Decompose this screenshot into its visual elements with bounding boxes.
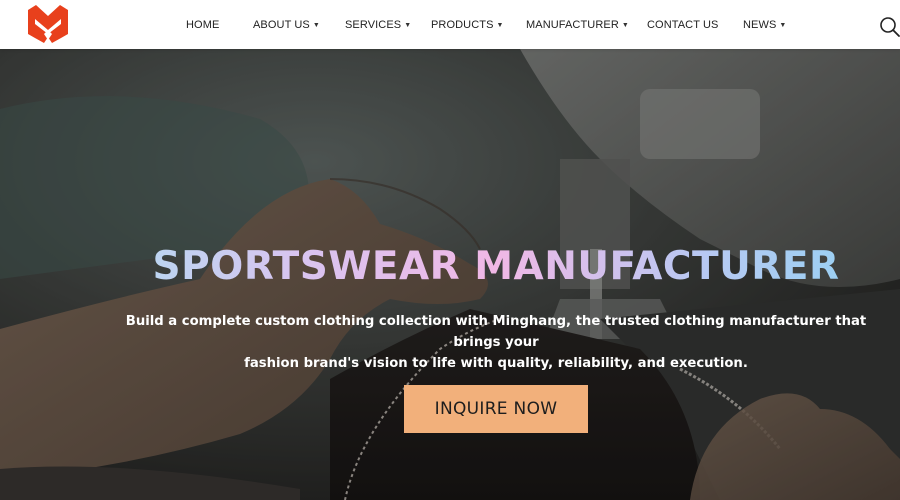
main-nav: HOME ABOUT US ▼ SERVICES ▼ PRODUCTS ▼ MA… xyxy=(0,0,900,49)
nav-label: PRODUCTS xyxy=(431,19,494,31)
nav-item-services[interactable]: SERVICES ▼ xyxy=(345,17,411,33)
caret-down-icon: ▼ xyxy=(404,21,412,29)
nav-item-products[interactable]: PRODUCTS ▼ xyxy=(431,17,504,33)
hero-banner: SPORTSWEAR MANUFACTURER Build a complete… xyxy=(0,49,900,500)
nav-item-about-us[interactable]: ABOUT US ▼ xyxy=(253,17,320,33)
inquire-now-button[interactable]: INQUIRE NOW xyxy=(404,385,588,433)
caret-down-icon: ▼ xyxy=(621,21,629,29)
caret-down-icon: ▼ xyxy=(496,21,504,29)
caret-down-icon: ▼ xyxy=(779,21,787,29)
hero-subtitle: Build a complete custom clothing collect… xyxy=(118,311,874,374)
hero-subtitle-line-2: fashion brand's vision to life with qual… xyxy=(244,356,748,371)
nav-label: SERVICES xyxy=(345,19,402,31)
search-icon[interactable] xyxy=(878,15,900,37)
nav-label: ABOUT US xyxy=(253,19,310,31)
nav-label: CONTACT US xyxy=(647,19,719,31)
nav-label: NEWS xyxy=(743,19,777,31)
nav-item-contact-us[interactable]: CONTACT US xyxy=(647,17,719,33)
nav-item-manufacturer[interactable]: MANUFACTURER ▼ xyxy=(526,17,629,33)
hero-title: SPORTSWEAR MANUFACTURER xyxy=(0,243,900,291)
nav-item-home[interactable]: HOME xyxy=(186,17,219,33)
nav-label: MANUFACTURER xyxy=(526,19,619,31)
site-header: HOME ABOUT US ▼ SERVICES ▼ PRODUCTS ▼ MA… xyxy=(0,0,900,49)
caret-down-icon: ▼ xyxy=(312,21,320,29)
hero-subtitle-line-1: Build a complete custom clothing collect… xyxy=(125,314,867,350)
nav-label: HOME xyxy=(186,19,220,31)
nav-item-news[interactable]: NEWS ▼ xyxy=(743,17,786,33)
